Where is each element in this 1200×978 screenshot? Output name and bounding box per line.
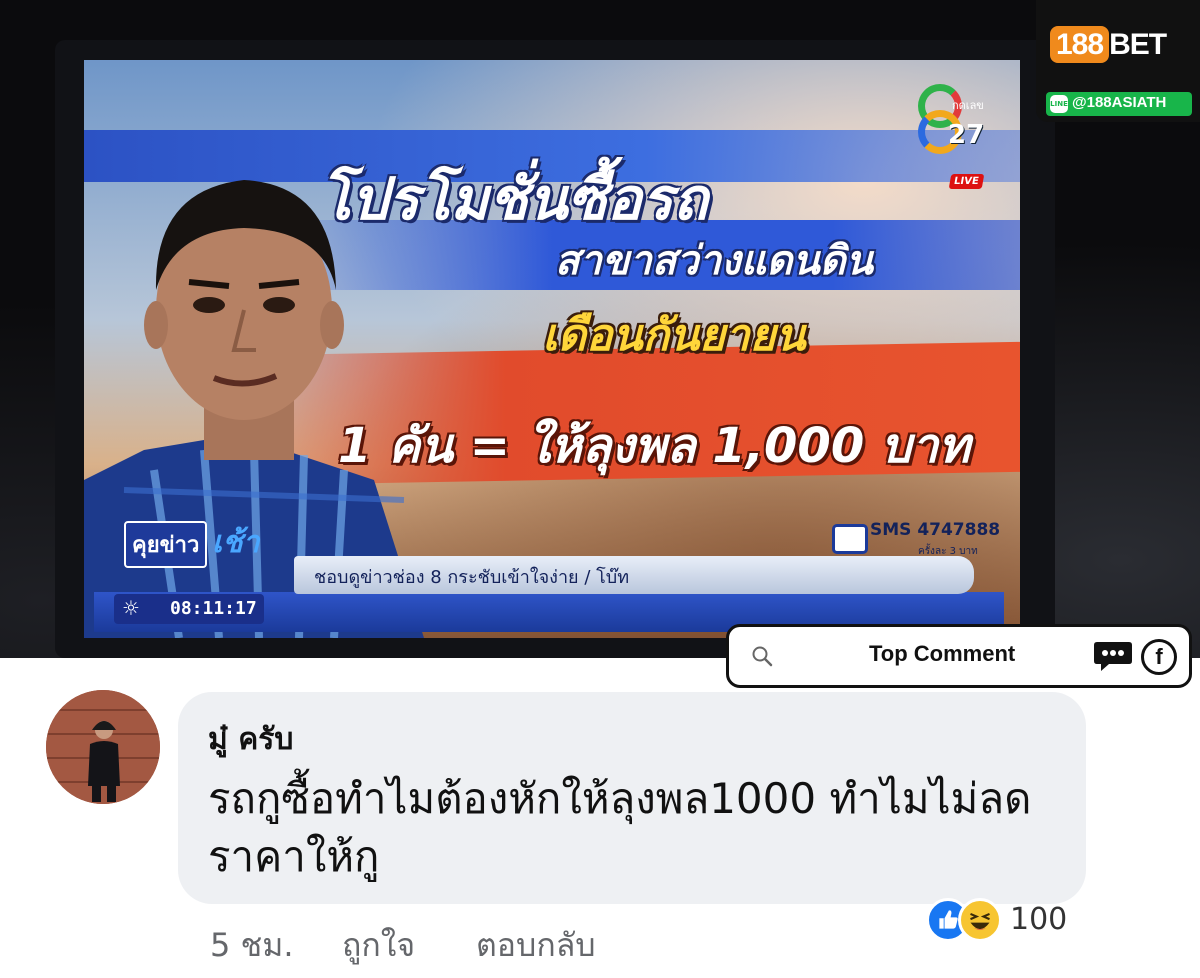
comment-text-line2: ราคาให้กู <box>208 832 380 881</box>
watermark-badge: 188 BET LINE @188ASIATH <box>1036 0 1200 122</box>
line-handle: @188ASIATH <box>1072 94 1167 111</box>
sms-number: SMS 4747888 <box>870 520 1001 540</box>
news-ticker: ชอบดูข่าวช่อง 8 กระชับเข้าใจง่าย / โบ๊ท <box>294 556 974 594</box>
ticker-text: ชอบดูข่าวช่อง 8 กระชับเข้าใจง่าย / โบ๊ท <box>314 567 630 588</box>
comment-text: รถกูซื้อทำไมต้องหักให้ลุงพล1000 ทำไมไม่ล… <box>208 770 1068 886</box>
line-icon: LINE <box>1050 95 1068 113</box>
comment-time[interactable]: 5 ชม. <box>210 920 294 971</box>
channel-number: 27 <box>948 120 985 150</box>
brand-text: BET <box>1109 28 1167 61</box>
headline-offer: 1 คัน = ให้ลุงพล 1,000 บาท <box>338 418 970 474</box>
show-logo: คุยข่าว เช้า <box>124 515 284 573</box>
avatar[interactable] <box>46 690 160 804</box>
tv-screen: โปรโมชั่นซื้อรถ สาขาสว่างแดนดิน เดือนกัน… <box>84 60 1020 638</box>
comment-text-line1: รถกูซื้อทำไมต้องหักให้ลุงพล1000 ทำไมไม่ล… <box>208 774 1032 823</box>
brand-number: 188 <box>1050 26 1110 63</box>
show-logo-part2: เช้า <box>212 525 260 560</box>
comment-author[interactable]: มู๋ ครับ <box>208 716 293 763</box>
live-badge: LIVE <box>948 174 984 189</box>
brand-logo: 188 BET <box>1050 26 1167 63</box>
reaction-count: 100 <box>1010 902 1068 937</box>
channel-8-logo: กดเลข 27 <box>912 80 992 154</box>
haha-reaction-icon <box>958 898 1002 942</box>
sun-icon: ☼ <box>122 596 140 620</box>
headline-month: เดือนกันยายน <box>542 310 806 361</box>
top-comment-label: Top Comment <box>869 641 1016 666</box>
avatar-image <box>46 690 160 804</box>
search-icon[interactable] <box>751 645 773 667</box>
clock-pill: ☼ 08:11:17 <box>114 594 264 624</box>
show-logo-part1: คุยข่าว <box>124 521 208 568</box>
tv-photo: โปรโมชั่นซื้อรถ สาขาสว่างแดนดิน เดือนกัน… <box>0 0 1200 658</box>
line-handle-pill: LINE @188ASIATH <box>1046 92 1192 116</box>
like-button[interactable]: ถูกใจ <box>342 920 415 971</box>
headline-branch: สาขาสว่างแดนดิน <box>555 238 873 284</box>
clock-time: 08:11:17 <box>170 598 257 619</box>
reply-button[interactable]: ตอบกลับ <box>476 920 596 971</box>
channel-small-label: กดเลข <box>952 99 984 112</box>
facebook-icon[interactable]: f <box>1141 639 1177 675</box>
chat-icon <box>832 524 868 554</box>
top-comment-bar[interactable]: Top Comment f <box>726 624 1192 688</box>
comment-bubble-icon <box>1094 642 1132 671</box>
